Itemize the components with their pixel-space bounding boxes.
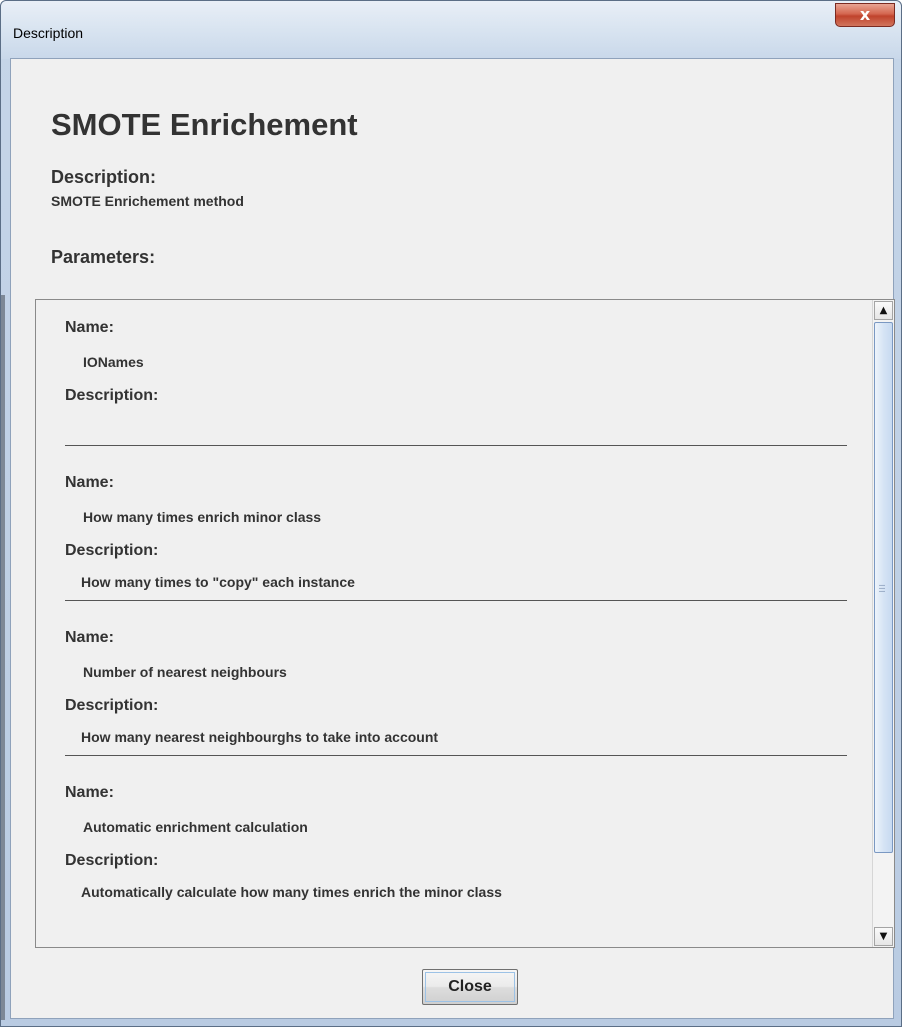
window-title: Description xyxy=(13,25,84,41)
parameter-description-label: Description: xyxy=(65,852,159,869)
parameter-separator xyxy=(65,445,847,446)
scrollbar-thumb[interactable]: — — — xyxy=(874,322,893,853)
parameter-name-label: Name: xyxy=(65,629,114,646)
parameter-name: How many times enrich minor class xyxy=(83,509,322,525)
title-bar[interactable]: Description x xyxy=(1,1,901,59)
parameter-description: How many times to "copy" each instance xyxy=(81,574,355,590)
page-title: SMOTE Enrichement xyxy=(51,107,358,142)
parameter-name: IONames xyxy=(83,354,144,370)
parameter-separator xyxy=(65,755,847,756)
parameter-name: Number of nearest neighbours xyxy=(83,664,287,680)
scroll-up-button[interactable]: ▲ xyxy=(874,301,893,320)
parameter-name-label: Name: xyxy=(65,474,114,491)
parameter-description-label: Description: xyxy=(65,387,159,404)
parameter-description-label: Description: xyxy=(65,697,159,714)
parameters-list: Name: IONames Description: Name: How man… xyxy=(36,300,872,947)
parameter-separator xyxy=(65,600,847,601)
arrow-up-icon: ▲ xyxy=(879,305,888,316)
dialog-content: SMOTE Enrichement Description: SMOTE Enr… xyxy=(10,58,895,1019)
parameter-description-label: Description: xyxy=(65,542,159,559)
parameter-description: How many nearest neighbourghs to take in… xyxy=(81,729,439,745)
vertical-scrollbar[interactable]: ▲ — — — ▼ xyxy=(872,300,894,947)
description-dialog: Description x SMOTE Enrichement Descript… xyxy=(0,0,902,1027)
parameter-item: Name: How many times enrich minor class … xyxy=(65,471,847,601)
arrow-down-icon: ▼ xyxy=(879,931,888,942)
description-heading: Description: xyxy=(51,167,157,187)
scroll-down-button[interactable]: ▼ xyxy=(874,927,893,946)
parameter-name-label: Name: xyxy=(65,784,114,801)
grip-icon: — — — xyxy=(879,580,886,597)
parameter-name: Automatic enrichment calculation xyxy=(83,819,308,835)
parameter-item: Name: IONames Description: xyxy=(65,316,847,446)
window-left-edge xyxy=(1,295,5,1020)
window-close-icon[interactable]: x xyxy=(835,3,895,27)
close-button[interactable]: Close xyxy=(422,969,518,1005)
description-text: SMOTE Enrichement method xyxy=(51,193,244,209)
parameter-item: Name: Automatic enrichment calculation D… xyxy=(65,781,847,904)
parameter-name-label: Name: xyxy=(65,319,114,336)
parameter-description: Automatically calculate how many times e… xyxy=(81,884,502,900)
parameters-heading: Parameters: xyxy=(51,247,156,267)
parameter-description xyxy=(63,415,847,439)
close-button-label: Close xyxy=(448,978,492,995)
parameters-scroll-pane[interactable]: Name: IONames Description: Name: How man… xyxy=(35,299,895,948)
parameter-item: Name: Number of nearest neighbours Descr… xyxy=(65,626,847,756)
